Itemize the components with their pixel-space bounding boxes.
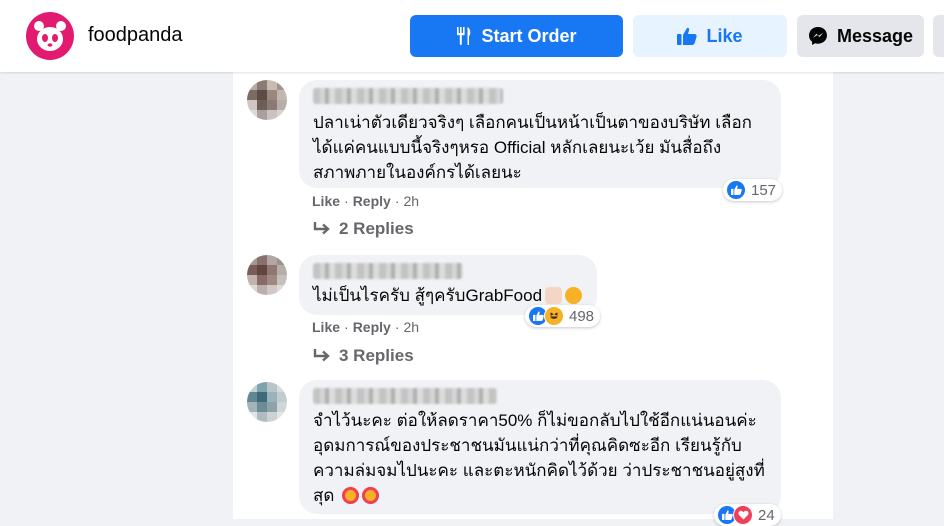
reaction-summary[interactable]: 157 [723,179,783,201]
page-header: foodpanda Start Order Like Message [0,0,944,72]
smiling-hearts-emoji-icon [362,487,380,504]
start-order-button[interactable]: Start Order [410,15,623,57]
avatar[interactable] [247,255,287,295]
comment-time: 2h [403,193,420,209]
reaction-count: 24 [758,506,775,524]
blurred-author-name[interactable] [313,88,503,104]
message-button[interactable]: Message [797,15,924,57]
comment-actions: Like · Reply · 2h [312,193,420,209]
comment-text: ไม่เป็นไรครับ สู้ๆครับGrabFood [313,286,543,305]
pleading-face-emoji-icon [565,287,583,304]
page-name[interactable]: foodpanda [88,24,183,47]
replies-count-label: 3 Replies [339,346,414,365]
message-label: Message [836,25,914,46]
comment-time: 2h [403,319,420,335]
avatar[interactable] [247,382,287,422]
like-reaction-icon [726,180,746,200]
reaction-summary[interactable]: 24 [714,504,781,526]
like-comment-button[interactable]: Like [312,319,340,335]
blurred-author-name[interactable] [313,388,497,404]
messenger-icon [808,26,828,46]
thumbs-up-icon [677,27,698,45]
blurred-author-name[interactable] [313,263,463,279]
reaction-count: 157 [751,181,777,199]
start-order-label: Start Order [481,25,577,46]
smiling-hearts-emoji-icon [342,487,360,504]
view-replies-link[interactable]: 2 Replies [313,219,414,239]
like-page-label: Like [706,25,743,46]
comment-bubble: ปลาเน่าตัวเดียวจริงๆ เลือกคนเป็นหน้าเป็น… [299,80,781,188]
reply-arrow-icon [313,221,331,237]
fork-knife-icon [456,26,472,46]
like-page-button[interactable]: Like [633,15,787,57]
love-reaction-icon [733,505,753,525]
haha-reaction-icon [544,306,564,326]
foodpanda-logo[interactable] [26,12,74,60]
comment-text-wrap: จำไว้นะคะ ต่อให้ลดราคา50% ก็ไม่ขอกลับไปใ… [313,408,767,508]
comment-text: จำไว้นะคะ ต่อให้ลดราคา50% ก็ไม่ขอกลับไปใ… [313,411,765,505]
comment-actions: Like · Reply · 2h [312,319,420,335]
like-comment-button[interactable]: Like [312,193,340,209]
view-replies-link[interactable]: 3 Replies [313,346,414,366]
panda-logo-icon [34,21,66,51]
avatar[interactable] [247,80,287,120]
reaction-count: 498 [569,307,595,325]
more-options-button[interactable] [933,15,944,57]
comments-section: ปลาเน่าตัวเดียวจริงๆ เลือกคนเป็นหน้าเป็น… [233,72,833,526]
replies-count-label: 2 Replies [339,219,414,238]
reply-button[interactable]: Reply [353,319,391,335]
reply-button[interactable]: Reply [353,193,391,209]
reply-arrow-icon [313,348,331,364]
comment-bubble: จำไว้นะคะ ต่อให้ลดราคา50% ก็ไม่ขอกลับไปใ… [299,380,781,514]
reaction-summary[interactable]: 498 [525,305,601,327]
thumbs-up-emoji-icon [545,287,563,304]
comment-text: ปลาเน่าตัวเดียวจริงๆ เลือกคนเป็นหน้าเป็น… [313,113,752,182]
